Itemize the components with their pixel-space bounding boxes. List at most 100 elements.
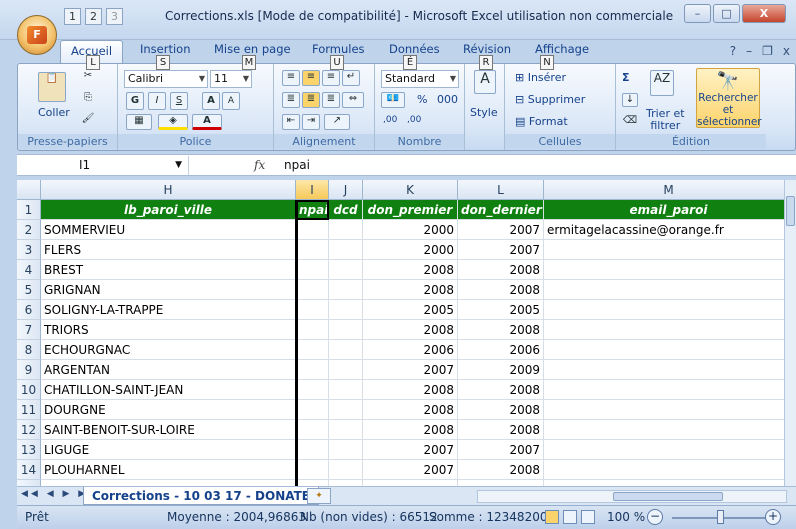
cell-header-npai[interactable]: npai: [296, 200, 329, 220]
sheet-tab-corrections[interactable]: Corrections - 10 03 17 - DONATE: [83, 487, 319, 505]
row-header[interactable]: 8: [17, 340, 41, 360]
cell-header-dcd[interactable]: dcd: [329, 200, 363, 220]
column-header-l[interactable]: L: [458, 180, 544, 200]
increase-indent-icon[interactable]: ⇥: [302, 114, 320, 130]
ribbon-close-icon[interactable]: x: [783, 44, 790, 58]
copy-icon[interactable]: ⎘: [80, 92, 96, 108]
align-center-icon[interactable]: ≣: [302, 92, 320, 108]
cell-email[interactable]: [544, 280, 784, 300]
zoom-slider-thumb[interactable]: [717, 510, 724, 524]
zoom-out-icon[interactable]: −: [647, 509, 663, 525]
cell-dcd[interactable]: [329, 260, 363, 280]
column-header-i[interactable]: I: [296, 180, 329, 200]
cell-email[interactable]: [544, 400, 784, 420]
row-header[interactable]: 10: [17, 380, 41, 400]
grow-font-button[interactable]: A: [202, 92, 220, 110]
freeze-pane-line[interactable]: [295, 200, 298, 486]
cell-npai[interactable]: [296, 380, 329, 400]
cell-dcd[interactable]: [329, 340, 363, 360]
cell-npai[interactable]: [296, 240, 329, 260]
cell-don-premier[interactable]: 2000: [363, 220, 458, 240]
column-header-m[interactable]: M: [544, 180, 784, 200]
cell-don-premier[interactable]: 2008: [363, 260, 458, 280]
row-header[interactable]: 3: [17, 240, 41, 260]
cell-dcd[interactable]: [329, 440, 363, 460]
cell-npai[interactable]: [296, 300, 329, 320]
cell-dcd[interactable]: [329, 460, 363, 480]
tab-donnees[interactable]: Données: [389, 42, 440, 56]
cell-don-premier[interactable]: 2008: [363, 380, 458, 400]
formula-input[interactable]: npai: [284, 158, 310, 172]
format-painter-icon[interactable]: 🖌: [80, 113, 96, 129]
cell-npai[interactable]: [296, 420, 329, 440]
close-button[interactable]: X: [742, 4, 786, 23]
vertical-scroll-thumb[interactable]: [786, 196, 795, 226]
qat-keytip-3[interactable]: 3: [106, 8, 123, 25]
sort-filter-icon[interactable]: AZ: [650, 70, 674, 96]
currency-icon[interactable]: 💶: [381, 92, 405, 108]
cell-ville[interactable]: SAINT-BENOIT-SUR-LOIRE: [41, 420, 296, 440]
cell-ville[interactable]: ARGENTAN: [41, 360, 296, 380]
cell-don-premier[interactable]: 2008: [363, 420, 458, 440]
cell-don-dernier[interactable]: 2007: [458, 240, 544, 260]
align-right-icon[interactable]: ≣: [322, 92, 340, 108]
cell-email[interactable]: [544, 260, 784, 280]
align-middle-icon[interactable]: ≡: [302, 70, 320, 86]
vertical-scrollbar[interactable]: [784, 180, 796, 486]
row-header[interactable]: 1: [17, 200, 41, 220]
cell-don-dernier[interactable]: 2008: [458, 280, 544, 300]
cell-npai[interactable]: [296, 260, 329, 280]
ribbon-restore-icon[interactable]: ❐: [762, 44, 773, 58]
fx-icon[interactable]: fx: [254, 158, 265, 172]
fill-icon[interactable]: ↓: [622, 93, 638, 107]
cell-don-dernier[interactable]: 2008: [458, 420, 544, 440]
cell-ville[interactable]: FLERS: [41, 240, 296, 260]
format-cells-button[interactable]: ▤ Format: [515, 115, 568, 128]
merge-center-icon[interactable]: ⇔: [342, 92, 364, 108]
font-name-combo[interactable]: Calibri ▼: [124, 70, 208, 88]
cell-don-premier[interactable]: 2008: [363, 400, 458, 420]
cell-email[interactable]: [544, 460, 784, 480]
style-icon[interactable]: A: [474, 70, 496, 94]
underline-button[interactable]: S: [170, 92, 188, 110]
name-box[interactable]: I1 ▼: [17, 156, 189, 175]
cell-ville[interactable]: PLOUHARNEL: [41, 460, 296, 480]
increase-decimal-button[interactable]: ,00: [383, 115, 397, 125]
font-color-icon[interactable]: A: [192, 114, 222, 130]
maximize-button[interactable]: □: [713, 4, 740, 23]
cell-email[interactable]: [544, 240, 784, 260]
insert-sheet-icon[interactable]: ✦: [307, 488, 331, 504]
italic-button[interactable]: I: [148, 92, 166, 110]
decrease-decimal-button[interactable]: ,00: [407, 115, 421, 125]
cell-npai[interactable]: [296, 440, 329, 460]
select-all-corner[interactable]: [17, 180, 41, 200]
cell-email[interactable]: [544, 440, 784, 460]
cell-don-dernier[interactable]: 2006: [458, 340, 544, 360]
cell-don-dernier[interactable]: 2008: [458, 320, 544, 340]
row-header[interactable]: 13: [17, 440, 41, 460]
cell-dcd[interactable]: [329, 280, 363, 300]
help-icon[interactable]: ?: [730, 44, 736, 58]
cell-don-dernier[interactable]: 2005: [458, 300, 544, 320]
cell-don-premier[interactable]: 2007: [363, 360, 458, 380]
cell-npai[interactable]: [296, 280, 329, 300]
align-bottom-icon[interactable]: ≡: [322, 70, 340, 86]
office-button[interactable]: F: [17, 15, 57, 55]
tab-insertion[interactable]: Insertion: [140, 42, 191, 56]
insert-cells-button[interactable]: ⊞ Insérer: [515, 71, 566, 84]
cell-don-premier[interactable]: 2006: [363, 340, 458, 360]
cell-don-dernier[interactable]: 2008: [458, 400, 544, 420]
cell-ville[interactable]: CHATILLON-SAINT-JEAN: [41, 380, 296, 400]
cell-email[interactable]: ermitagelacassine@orange.fr: [544, 220, 784, 240]
cell-email[interactable]: [544, 360, 784, 380]
sort-filter-button[interactable]: Trier et filtrer: [646, 108, 685, 132]
cell-dcd[interactable]: [329, 420, 363, 440]
cell-dcd[interactable]: [329, 220, 363, 240]
column-header-j[interactable]: J: [329, 180, 363, 200]
paste-button[interactable]: Coller: [38, 106, 70, 119]
cell-don-dernier[interactable]: 2008: [458, 460, 544, 480]
cell-don-dernier[interactable]: 2008: [458, 380, 544, 400]
zoom-level[interactable]: 100 %: [607, 510, 645, 524]
tab-formules[interactable]: Formules: [312, 42, 365, 56]
cell-don-premier[interactable]: 2008: [363, 280, 458, 300]
